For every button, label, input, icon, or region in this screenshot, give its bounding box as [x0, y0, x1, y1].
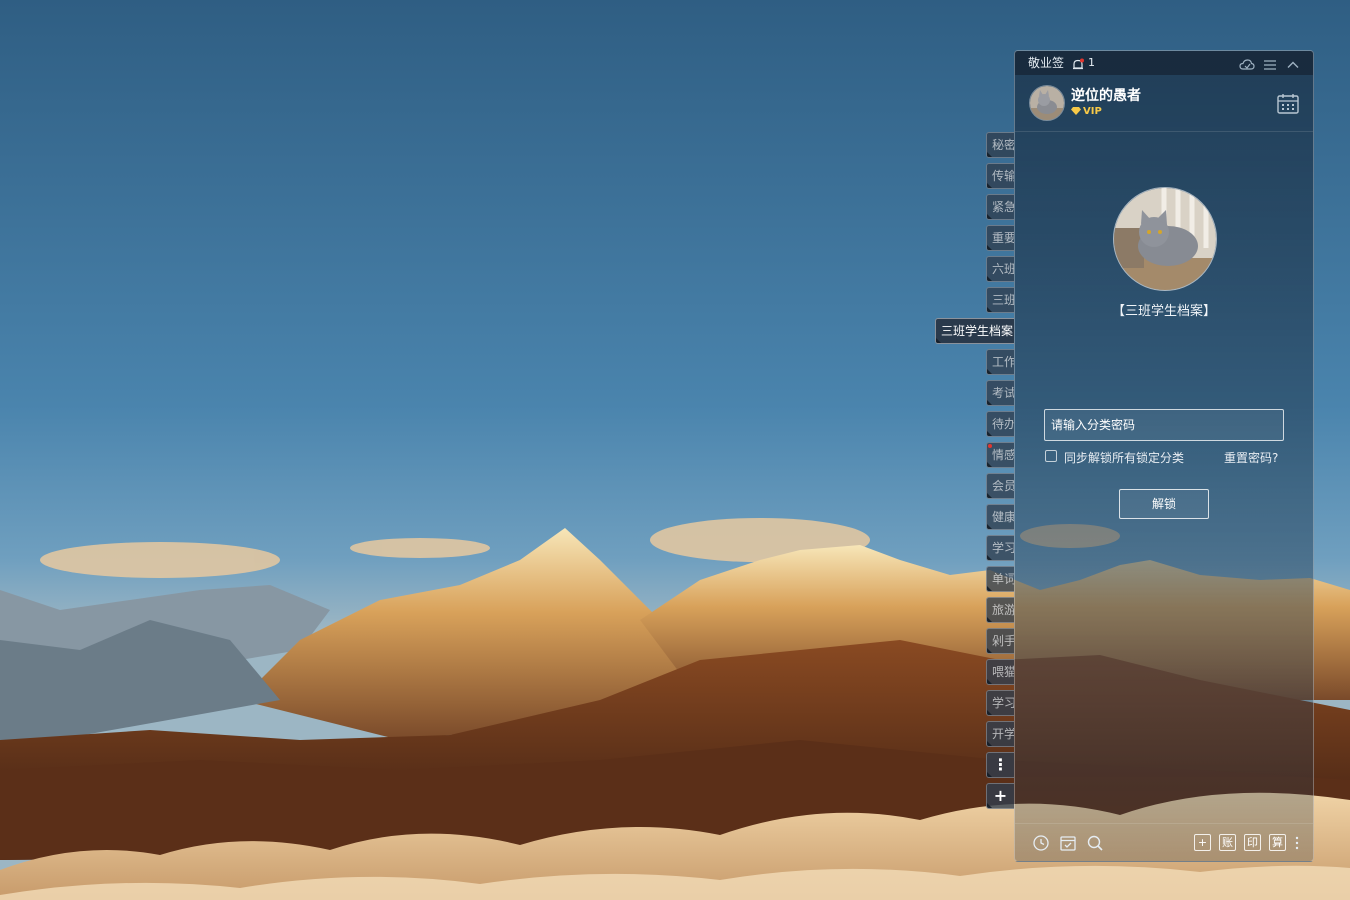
category-tab-strip: 秘密 传输 紧急 重要 六班 三班 三班学生档案 工作 考试 待办 情感 会员 … [0, 0, 1014, 900]
more-categories-button[interactable]: ⋮ [986, 752, 1014, 778]
clock-icon[interactable] [1032, 834, 1050, 852]
notification-count: 1 [1088, 56, 1095, 69]
task-icon[interactable] [1059, 834, 1077, 852]
collapse-icon[interactable] [1286, 56, 1300, 70]
category-tab[interactable]: 待办 [986, 411, 1014, 437]
category-name: 【三班学生档案】 [1111, 304, 1216, 319]
category-tab[interactable]: 秘密 [986, 132, 1014, 158]
app-title: 敬业签 [1028, 56, 1065, 70]
category-tab-active[interactable]: 三班学生档案 [935, 318, 1014, 344]
notes-panel: 敬业签 1 逆位的愚者 VIP 【三班学生档案】 同步解锁所有锁定分类 重置密码… [1014, 50, 1314, 862]
category-tab[interactable]: 学习 [986, 690, 1014, 716]
vip-label: VIP [1083, 106, 1102, 117]
category-tab[interactable]: 旅游 [986, 597, 1014, 623]
category-avatar [1113, 187, 1217, 291]
category-tab[interactable]: 单词 [986, 566, 1014, 592]
category-password-input[interactable] [1044, 409, 1284, 441]
bell-icon[interactable] [1071, 56, 1085, 70]
avatar[interactable] [1029, 85, 1065, 121]
reset-password-link[interactable]: 重置密码? [1224, 449, 1278, 466]
diamond-icon [1071, 107, 1081, 115]
user-bar: 逆位的愚者 VIP [1015, 75, 1313, 132]
category-tab[interactable]: 三班 [986, 287, 1014, 313]
category-tab[interactable]: 剁手 [986, 628, 1014, 654]
add-category-button[interactable]: + [986, 783, 1014, 809]
more-icon[interactable] [1295, 834, 1299, 852]
category-tab[interactable]: 会员 [986, 473, 1014, 499]
category-tab[interactable]: 重要 [986, 225, 1014, 251]
vip-badge: VIP [1071, 106, 1102, 117]
sync-unlock-label: 同步解锁所有锁定分类 [1064, 451, 1185, 465]
category-tab[interactable]: 考试 [986, 380, 1014, 406]
category-tab[interactable]: 六班 [986, 256, 1014, 282]
category-tab[interactable]: 喂猫 [986, 659, 1014, 685]
category-tab[interactable]: 学习 [986, 535, 1014, 561]
category-tab[interactable]: 紧急 [986, 194, 1014, 220]
unlock-button[interactable]: 解锁 [1119, 489, 1209, 519]
search-icon[interactable] [1086, 834, 1104, 852]
calculator-button[interactable]: 算 [1269, 834, 1286, 851]
add-note-button[interactable]: + [1194, 834, 1211, 851]
category-tab[interactable]: 开学 [986, 721, 1014, 747]
category-tab-with-dot[interactable]: 情感 [986, 442, 1014, 468]
user-name: 逆位的愚者 [1071, 88, 1141, 104]
category-tab[interactable]: 传输 [986, 163, 1014, 189]
calendar-icon[interactable] [1276, 92, 1300, 116]
cloud-sync-icon[interactable] [1239, 56, 1255, 70]
account-button[interactable]: 账 [1219, 834, 1236, 851]
bottom-toolbar: + 账 印 算 [1015, 823, 1313, 861]
category-tab[interactable]: 工作 [986, 349, 1014, 375]
menu-icon[interactable] [1263, 56, 1277, 70]
sync-unlock-checkbox[interactable] [1045, 450, 1057, 462]
title-bar: 敬业签 1 [1015, 51, 1313, 75]
category-tab[interactable]: 健康 [986, 504, 1014, 530]
print-button[interactable]: 印 [1244, 834, 1261, 851]
